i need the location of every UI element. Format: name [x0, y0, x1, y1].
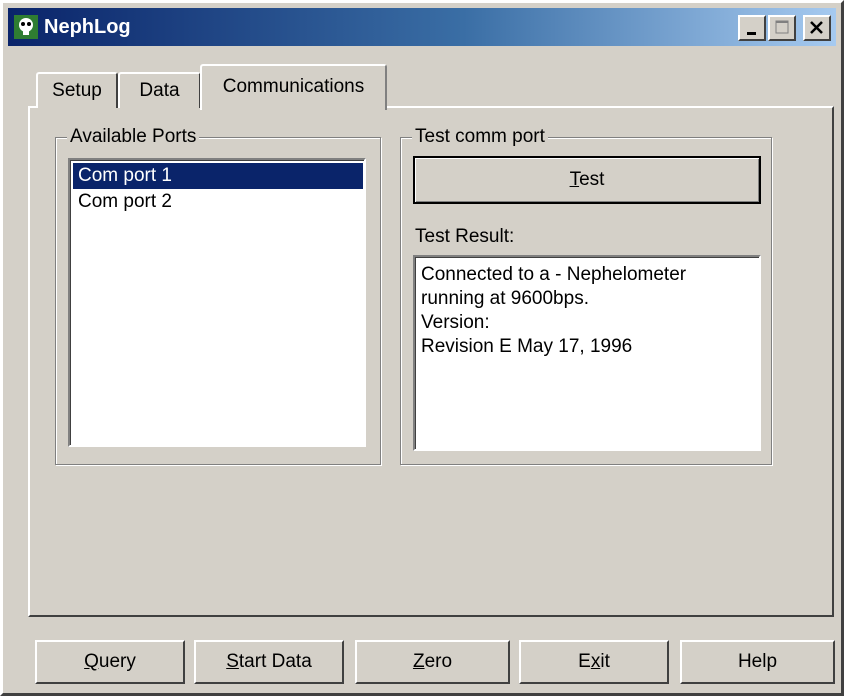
tab-data-label: Data — [139, 80, 180, 101]
zero-button[interactable]: Zero — [355, 640, 510, 684]
list-item-com-port-1[interactable]: Com port 1 — [73, 163, 363, 189]
tab-setup[interactable]: Setup — [36, 72, 118, 108]
start-data-button[interactable]: Start Data — [194, 640, 344, 684]
main-window: NephLog Setup Data Communications Availa… — [0, 0, 844, 696]
available-ports-legend: Available Ports — [67, 125, 200, 149]
nephlog-app-icon — [14, 15, 38, 39]
query-mnemonic: Q — [84, 651, 99, 672]
test-comm-port-legend: Test comm port — [412, 125, 548, 149]
test-button-label: est — [579, 169, 605, 190]
test-button[interactable]: Test — [413, 156, 761, 204]
test-result-label: Test Result: — [415, 226, 515, 247]
start-mnemonic: S — [226, 651, 239, 672]
help-label: Help — [737, 651, 778, 672]
zero-mnemonic: Z — [412, 651, 425, 672]
ports-listbox[interactable]: Com port 1 Com port 2 — [68, 158, 366, 447]
maximize-button[interactable] — [768, 15, 796, 41]
exit-label-start: E — [578, 651, 591, 672]
help-button[interactable]: Help — [680, 640, 835, 684]
close-icon — [810, 21, 823, 34]
maximize-icon — [775, 20, 789, 34]
exit-button[interactable]: Exit — [519, 640, 669, 684]
tab-communications-label: Communications — [222, 76, 365, 97]
minimize-icon — [747, 32, 756, 35]
zero-label: ero — [424, 651, 453, 672]
query-button[interactable]: Query — [35, 640, 185, 684]
window-title: NephLog — [44, 16, 131, 38]
test-result-text: Connected to a - Nephelometer running at… — [413, 255, 761, 451]
close-button[interactable] — [803, 15, 831, 41]
exit-label-end: it — [600, 651, 610, 672]
title-bar[interactable]: NephLog — [8, 8, 836, 46]
tab-data[interactable]: Data — [118, 72, 201, 108]
test-button-mnemonic: T — [569, 169, 580, 190]
exit-mnemonic: x — [590, 651, 601, 672]
minimize-button[interactable] — [738, 15, 766, 41]
query-label: uery — [98, 651, 136, 672]
tab-setup-label: Setup — [52, 80, 102, 101]
tab-communications[interactable]: Communications — [200, 64, 387, 110]
start-label: tart Data — [238, 651, 312, 672]
list-item-com-port-2[interactable]: Com port 2 — [73, 189, 363, 215]
